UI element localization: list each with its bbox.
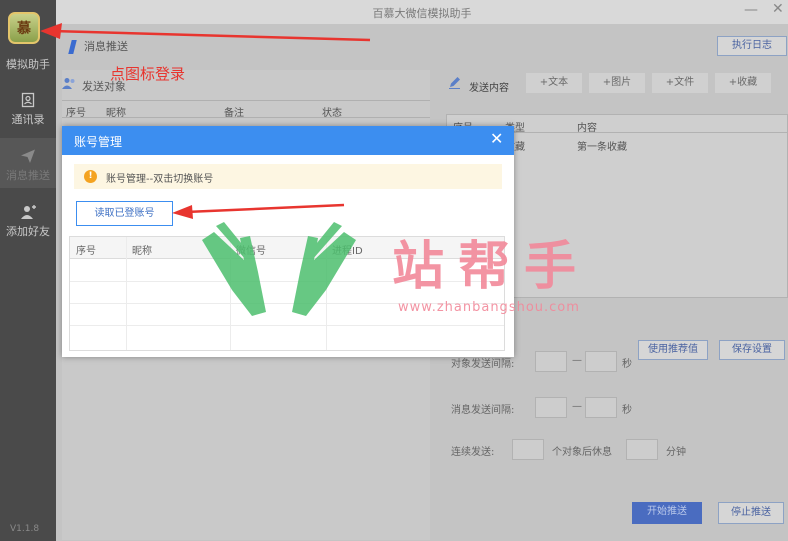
- sidebar-item-add-friend[interactable]: 添加好友: [0, 204, 56, 239]
- add-file-button[interactable]: +文件: [652, 73, 708, 93]
- sidebar-item-simulator[interactable]: 模拟助手: [0, 56, 56, 72]
- window-title: 百慕大微信模拟助手: [372, 7, 472, 20]
- targets-table-header: 序号 昵称 备注 状态: [62, 100, 430, 119]
- warning-icon: !: [84, 170, 97, 183]
- notice-text: 账号管理--双击切换账号: [106, 174, 214, 185]
- continuous-send-label: 连续发送:: [451, 447, 495, 458]
- tab-marker-icon: [68, 40, 77, 54]
- column-header: 状态: [322, 108, 342, 119]
- use-recommended-button[interactable]: 使用推荐值: [638, 340, 708, 360]
- rest-minutes-input[interactable]: [626, 439, 658, 460]
- sidebar-item-label: 通讯录: [11, 113, 45, 126]
- message-interval-max-input[interactable]: [585, 397, 617, 418]
- message-interval-min-input[interactable]: [535, 397, 567, 418]
- seconds-unit: 秒: [622, 359, 632, 370]
- seconds-unit: 秒: [622, 405, 632, 416]
- dialog-header: 账号管理 ✕: [62, 126, 514, 155]
- stop-push-button[interactable]: 停止推送: [718, 502, 784, 524]
- save-settings-button[interactable]: 保存设置: [719, 340, 785, 360]
- watermark-hands-icon: [202, 222, 356, 316]
- annotation-label: 点图标登录: [110, 65, 186, 83]
- page-title: 消息推送: [84, 40, 128, 53]
- target-interval-label: 对象发送间隔:: [451, 359, 515, 370]
- add-user-icon: [21, 205, 36, 219]
- column-header: 备注: [224, 108, 244, 119]
- watermark-url: www.zhanbangshou.com: [398, 300, 580, 315]
- column-header: 昵称: [132, 246, 152, 257]
- sidebar: 慕 模拟助手 通讯录 消息推送 添加好友 V1.1.8: [0, 0, 56, 541]
- send-content-title: 发送内容: [469, 83, 509, 94]
- dialog-title: 账号管理: [74, 135, 123, 149]
- rest-after-label: 个对象后休息: [552, 447, 612, 458]
- sidebar-item-push[interactable]: 消息推送: [0, 138, 56, 188]
- target-interval-max-input[interactable]: [585, 351, 617, 372]
- column-header: 昵称: [106, 108, 126, 119]
- continuous-count-input[interactable]: [512, 439, 544, 460]
- minimize-icon[interactable]: —: [744, 2, 758, 18]
- column-header: 内容: [577, 123, 597, 134]
- row-content: 第一条收藏: [577, 142, 627, 153]
- table-row-divider: [70, 325, 504, 326]
- watermark-text: 站帮手: [392, 237, 591, 297]
- title-bar: 百慕大微信模拟助手 — ✕: [56, 0, 788, 24]
- add-text-button[interactable]: +文本: [526, 73, 582, 93]
- column-header: 序号: [76, 246, 96, 257]
- send-plane-icon: [21, 149, 35, 163]
- sidebar-item-label: 模拟助手: [6, 58, 50, 71]
- version-label: V1.1.8: [10, 524, 40, 534]
- exec-log-button[interactable]: 执行日志: [717, 36, 787, 56]
- dialog-close-icon[interactable]: ✕: [490, 130, 503, 148]
- users-icon: [62, 78, 75, 89]
- column-header: 序号: [66, 108, 86, 119]
- contacts-icon: [21, 92, 35, 108]
- range-separator: —: [572, 401, 582, 412]
- sidebar-item-label: 消息推送: [6, 169, 50, 182]
- notice-bar: ! 账号管理--双击切换账号: [74, 164, 502, 189]
- sidebar-item-label: 添加好友: [6, 225, 50, 238]
- edit-pen-icon: [449, 77, 460, 89]
- app-logo-icon[interactable]: 慕: [8, 12, 40, 44]
- page-header: 消息推送 执行日志: [56, 24, 788, 60]
- minutes-unit: 分钟: [666, 447, 686, 458]
- sidebar-item-contacts[interactable]: 通讯录: [0, 92, 56, 127]
- read-logged-accounts-button[interactable]: 读取已登账号: [76, 201, 173, 226]
- table-col-divider: [126, 237, 127, 350]
- add-image-button[interactable]: +图片: [589, 73, 645, 93]
- range-separator: —: [572, 355, 582, 366]
- add-favorite-button[interactable]: +收藏: [715, 73, 771, 93]
- start-push-button[interactable]: 开始推送: [632, 502, 702, 524]
- message-interval-label: 消息发送间隔:: [451, 405, 515, 416]
- window-close-icon[interactable]: ✕: [772, 1, 784, 17]
- target-interval-min-input[interactable]: [535, 351, 567, 372]
